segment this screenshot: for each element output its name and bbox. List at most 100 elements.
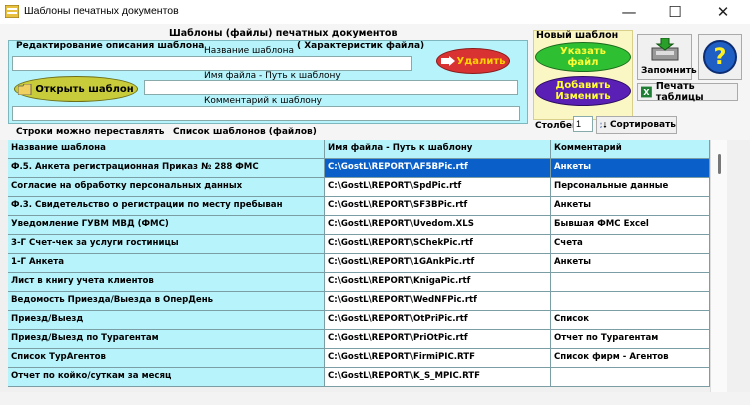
- specify-file-button[interactable]: Указать файл: [535, 42, 631, 72]
- column-header-path[interactable]: Имя файла - Путь к шаблону: [325, 140, 551, 159]
- add-edit-label-2: Изменить: [555, 91, 611, 102]
- delete-label: Удалить: [456, 55, 506, 67]
- cell-file-path[interactable]: C:\GostL\REPORT\SChekPic.rtf: [325, 235, 551, 254]
- sort-az-icon: A Z: [600, 122, 607, 129]
- save-to-disk-icon: [651, 38, 679, 61]
- cell-file-path[interactable]: C:\GostL\REPORT\SpdPic.rtf: [325, 178, 551, 197]
- table-row[interactable]: Список ТурАгентов C:\GostL\REPORT\FirmiPI…: [8, 349, 710, 368]
- folder-icon: [18, 83, 32, 95]
- cell-template-name[interactable]: 1-Г Анкета: [8, 254, 325, 273]
- print-table-button[interactable]: X Печать таблицы: [637, 81, 738, 103]
- minimize-icon: —: [621, 3, 637, 21]
- cell-template-name[interactable]: Лист в книгу учета клиентов: [8, 273, 325, 292]
- cell-file-path[interactable]: C:\GostL\REPORT\SF3BPic.rtf: [325, 197, 551, 216]
- cell-file-path[interactable]: C:\GostL\REPORT\FirmiPIC.RTF: [325, 349, 551, 368]
- title-bar: Шаблоны печатных документов — ☐ ✕: [0, 0, 750, 24]
- table-row[interactable]: Ф.5. Анкета регистрационная Приказ № 288…: [8, 159, 710, 178]
- sort-label: Сортировать: [609, 120, 676, 130]
- cell-comment[interactable]: Анкеты: [551, 197, 710, 216]
- open-template-label: Открыть шаблон: [35, 83, 134, 95]
- add-edit-label-1: Добавить: [555, 80, 611, 91]
- cell-comment[interactable]: Список фирм - Агентов: [551, 349, 710, 368]
- cell-template-name[interactable]: Отчет по койко/суткам за месяц: [8, 368, 325, 387]
- app-icon: [5, 5, 19, 18]
- excel-icon: X: [641, 86, 652, 98]
- cell-file-path[interactable]: C:\GostL\REPORT\Uvedom.XLS: [325, 216, 551, 235]
- help-icon: ?: [703, 40, 737, 74]
- table-row[interactable]: Уведомление ГУВМ МВД (ФМС) C:\GostL\REPOR…: [8, 216, 710, 235]
- cell-template-name[interactable]: 3-Г Счет-чек за услуги гостиницы: [8, 235, 325, 254]
- help-button[interactable]: ?: [698, 34, 742, 80]
- template-name-label: Название шаблона: [204, 46, 294, 56]
- close-icon: ✕: [716, 3, 730, 21]
- cell-comment[interactable]: Бывшая ФМС Excel: [551, 216, 710, 235]
- cell-file-path[interactable]: C:\GostL\REPORT\1GAnkPic.rtf: [325, 254, 551, 273]
- sort-button[interactable]: A Z Сортировать: [596, 116, 677, 134]
- specify-file-label-1: Указать: [560, 46, 606, 57]
- table-row[interactable]: Ведомость Приезда/Выезда в ОперДень C:\Go…: [8, 292, 710, 311]
- window-title: Шаблоны печатных документов: [24, 5, 179, 17]
- bottom-strip: [0, 392, 750, 405]
- cell-template-name[interactable]: Согласие на обработку персональных данны…: [8, 178, 325, 197]
- cell-comment[interactable]: Отчет по Турагентам: [551, 330, 710, 349]
- table-row[interactable]: 3-Г Счет-чек за услуги гостиницы C:\GostL…: [8, 235, 710, 254]
- maximize-button[interactable]: ☐: [652, 0, 698, 24]
- template-name-input[interactable]: [12, 56, 412, 71]
- column-number-input[interactable]: [573, 116, 593, 132]
- close-button[interactable]: ✕: [700, 0, 746, 24]
- cell-template-name[interactable]: Уведомление ГУВМ МВД (ФМС): [8, 216, 325, 235]
- group-title: Шаблоны (файлы) печатных документов: [169, 28, 398, 39]
- new-template-title: Новый шаблон: [536, 30, 619, 41]
- cell-comment[interactable]: Персональные данные: [551, 178, 710, 197]
- table-header-row: Название шаблона Имя файла - Путь к шабл…: [8, 140, 710, 159]
- maximize-icon: ☐: [668, 3, 682, 21]
- table-row[interactable]: 1-Г Анкета C:\GostL\REPORT\1GAnkPic.rtf Ан…: [8, 254, 710, 273]
- cell-file-path[interactable]: C:\GostL\REPORT\AF5BPic.rtf: [325, 159, 551, 178]
- cell-template-name[interactable]: Список ТурАгентов: [8, 349, 325, 368]
- comment-label: Комментарий к шаблону: [204, 96, 322, 106]
- cell-comment[interactable]: Анкеты: [551, 254, 710, 273]
- table-row[interactable]: Лист в книгу учета клиентов C:\GostL\REPO…: [8, 273, 710, 292]
- remember-button[interactable]: Запомнить: [637, 34, 697, 80]
- table-row[interactable]: Приезд/Выезд по Турагентам C:\GostL\REPOR…: [8, 330, 710, 349]
- comment-input[interactable]: [12, 106, 520, 121]
- open-template-button[interactable]: Открыть шаблон: [14, 76, 138, 102]
- table-row[interactable]: Приезд/Выезд C:\GostL\REPORT\OtPriPic.rtf…: [8, 311, 710, 330]
- cell-file-path[interactable]: C:\GostL\REPORT\PriOtPic.rtf: [325, 330, 551, 349]
- svg-text:X: X: [643, 87, 650, 97]
- cell-template-name[interactable]: Ф.3. Свидетельство о регистрации по мест…: [8, 197, 325, 216]
- print-table-label: Печать таблицы: [655, 81, 704, 103]
- delete-button[interactable]: Удалить: [436, 48, 510, 74]
- specify-file-label-2: файл: [567, 57, 599, 68]
- cell-file-path[interactable]: C:\GostL\REPORT\OtPriPic.rtf: [325, 311, 551, 330]
- svg-text:Z: Z: [600, 125, 602, 129]
- cell-comment[interactable]: Счета: [551, 235, 710, 254]
- column-header-comment[interactable]: Комментарий: [551, 140, 710, 159]
- file-path-input[interactable]: [144, 80, 518, 95]
- cell-file-path[interactable]: C:\GostL\REPORT\KnigaPic.rtf: [325, 273, 551, 292]
- cell-comment[interactable]: [551, 368, 710, 387]
- table-row[interactable]: Отчет по койко/суткам за месяц C:\GostL\R…: [8, 368, 710, 387]
- remember-label: Запомнить: [641, 66, 697, 76]
- table-row[interactable]: Ф.3. Свидетельство о регистрации по мест…: [8, 197, 710, 216]
- cell-comment[interactable]: [551, 273, 710, 292]
- scrollbar-thumb[interactable]: [718, 154, 721, 174]
- cell-comment[interactable]: [551, 292, 710, 311]
- table-row[interactable]: Согласие на обработку персональных данны…: [8, 178, 710, 197]
- vertical-scrollbar[interactable]: [710, 140, 727, 392]
- cell-template-name[interactable]: Ведомость Приезда/Выезда в ОперДень: [8, 292, 325, 311]
- add-edit-button[interactable]: Добавить Изменить: [535, 76, 631, 106]
- cell-comment[interactable]: Список: [551, 311, 710, 330]
- file-characteristics-label: ( Характеристик файла): [297, 41, 425, 51]
- cell-file-path[interactable]: C:\GostL\REPORT\WedNFPic.rtf: [325, 292, 551, 311]
- cell-template-name[interactable]: Ф.5. Анкета регистрационная Приказ № 288…: [8, 159, 325, 178]
- cell-file-path[interactable]: C:\GostL\REPORT\K_S_MPIC.RTF: [325, 368, 551, 387]
- main-window: Шаблоны печатных документов — ☐ ✕ Шаблон…: [0, 0, 750, 405]
- delete-arrow-icon: [440, 56, 455, 66]
- cell-template-name[interactable]: Приезд/Выезд по Турагентам: [8, 330, 325, 349]
- cell-template-name[interactable]: Приезд/Выезд: [8, 311, 325, 330]
- column-header-name[interactable]: Название шаблона: [8, 140, 325, 159]
- edit-description-label: Редактирование описания шаблона: [16, 41, 205, 51]
- minimize-button[interactable]: —: [606, 0, 652, 24]
- cell-comment[interactable]: Анкеты: [551, 159, 710, 178]
